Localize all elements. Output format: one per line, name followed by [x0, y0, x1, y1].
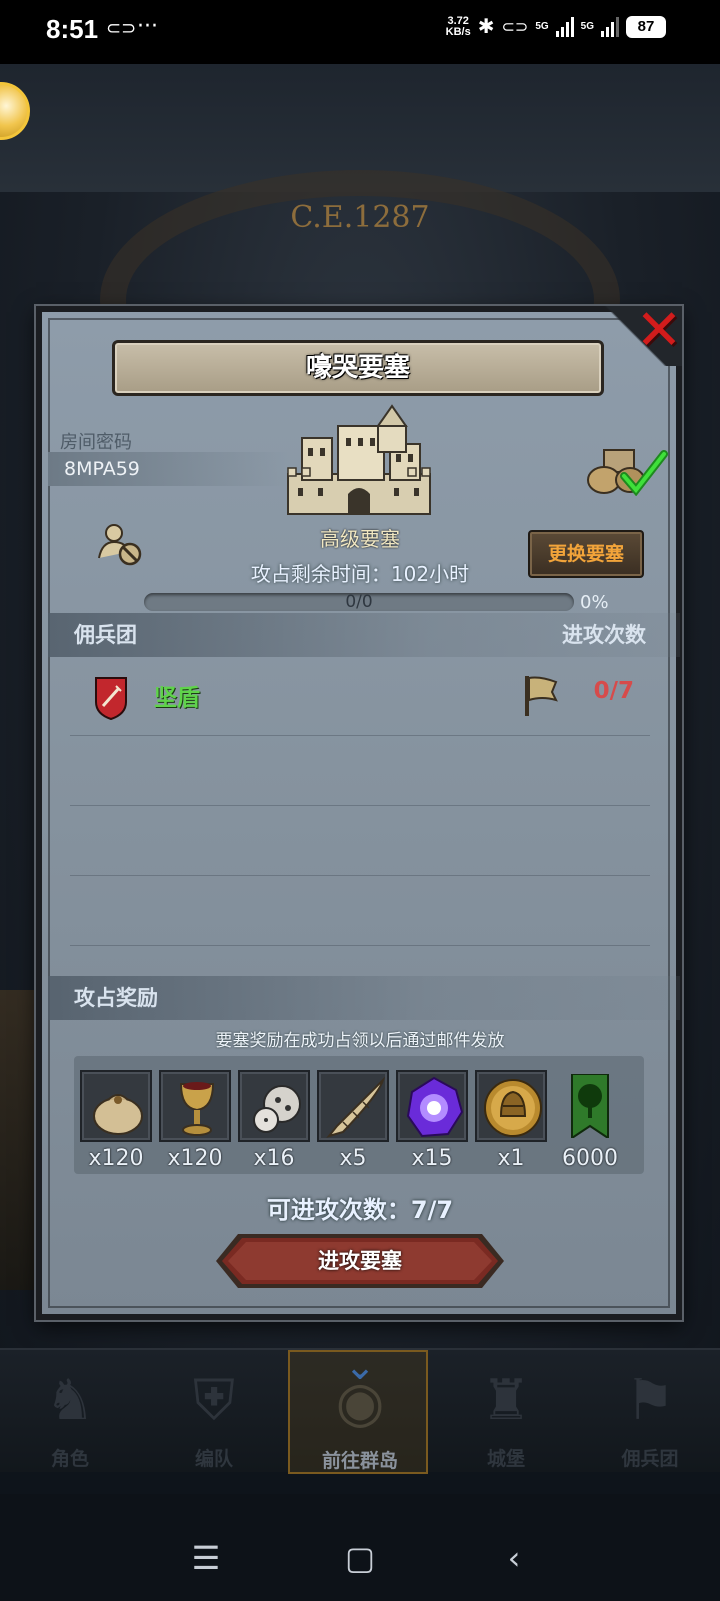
- chevron-down-icon: ⌄: [344, 1344, 376, 1388]
- reward-item[interactable]: [475, 1070, 547, 1142]
- battery-indicator: 87: [626, 15, 666, 38]
- reward-item[interactable]: [159, 1070, 231, 1142]
- helmet-medal-icon: [484, 1079, 542, 1137]
- room-code-value[interactable]: 8MPA59: [48, 452, 288, 486]
- nav-formation[interactable]: ⛨ 编队: [144, 1350, 284, 1474]
- mercenary-icon: ⚑: [624, 1368, 676, 1433]
- nav-label: 角色: [50, 1448, 89, 1470]
- nav-label: 城堡: [486, 1448, 525, 1470]
- reward-qty: 6000: [562, 1146, 618, 1171]
- castle-icon: ♜: [480, 1368, 532, 1433]
- flag-icon: [525, 676, 558, 716]
- close-button[interactable]: ✕: [632, 303, 686, 359]
- attack-fortress-button[interactable]: 进攻要塞: [216, 1234, 504, 1288]
- formation-icon: ⛨: [193, 1368, 235, 1433]
- attack-fortress-label: 进攻要塞: [318, 1249, 402, 1273]
- bluetooth-icon: ✱: [477, 16, 495, 38]
- status-bar: 8:51 ⊂⊃ ··· 3.72 KB/s ✱ ⊂⊃ 5G 5G 87: [0, 0, 720, 64]
- back-icon[interactable]: ‹: [494, 1538, 534, 1578]
- mercenary-attack-count: 0/7: [593, 678, 634, 704]
- available-attacks-text: 可进攻次数：7/7: [266, 1196, 454, 1224]
- mercenary-name: 坚盾: [154, 685, 200, 711]
- row-divider: [70, 945, 650, 946]
- row-divider: [70, 875, 650, 876]
- status-time: 8:51: [46, 14, 99, 44]
- reward-qty: x1: [497, 1146, 525, 1171]
- character-icon: ♞: [44, 1368, 96, 1433]
- attack-times-header: 进攻次数: [562, 623, 646, 647]
- rewards-note: 要塞奖励在成功占领以后通过邮件发放: [215, 1031, 505, 1051]
- signal-bars-1-icon: [555, 16, 574, 37]
- network-speed-unit: KB/s: [445, 25, 471, 38]
- era-label: C.E.1287: [290, 200, 430, 235]
- nav-character[interactable]: ♞ 角色: [0, 1350, 140, 1474]
- link-icon: ⊂⊃: [106, 18, 137, 39]
- reward-item[interactable]: [396, 1070, 468, 1142]
- row-divider: [70, 735, 650, 736]
- reward-qty: x15: [411, 1146, 453, 1171]
- mercenary-header-bar: 佣兵团 进攻次数: [48, 613, 680, 657]
- coin-bag-icon: [93, 1094, 143, 1135]
- shield-emblem-icon: [95, 677, 127, 720]
- nav-label: 佣兵团: [621, 1448, 679, 1470]
- supplies-check-icon: [587, 449, 668, 496]
- menu-icon[interactable]: ☰: [186, 1538, 226, 1578]
- network-speed: 3.72 KB/s: [445, 14, 471, 38]
- status-indicators: 3.72 KB/s ✱ ⊂⊃ 5G 5G 87: [446, 14, 666, 39]
- dialog-title-banner: 嚎哭要塞: [112, 340, 604, 396]
- nav-castle[interactable]: ♜ 城堡: [436, 1350, 576, 1474]
- dialog-title: 嚎哭要塞: [305, 353, 410, 383]
- sim2-label: 5G: [580, 21, 594, 32]
- remaining-time-text: 攻占剩余时间：102小时: [250, 562, 470, 586]
- capture-progress-percent: 0%: [580, 592, 609, 613]
- horn-icon: [326, 1076, 386, 1138]
- signal-bars-2-icon: [601, 16, 619, 37]
- row-divider: [70, 805, 650, 806]
- reward-qty: x5: [339, 1146, 367, 1171]
- reward-item[interactable]: [317, 1070, 389, 1142]
- hotspot-icon: ⊂⊃: [501, 18, 529, 36]
- tree-banner-icon: [571, 1074, 609, 1138]
- reward-item[interactable]: [80, 1070, 152, 1142]
- fortress-icon: [287, 404, 431, 515]
- mercenary-row[interactable]: 坚盾 0/7: [60, 666, 664, 728]
- reward-item[interactable]: [554, 1070, 626, 1142]
- purple-crystal-icon: [406, 1076, 464, 1138]
- reward-item[interactable]: [238, 1070, 310, 1142]
- nav-label: 编队: [194, 1448, 233, 1470]
- more-notifications-icon: ···: [137, 14, 158, 39]
- sim1-label: 5G: [535, 21, 549, 32]
- reward-qty: x120: [167, 1146, 223, 1171]
- home-icon[interactable]: ▢: [340, 1538, 380, 1578]
- reward-qty: x120: [88, 1146, 144, 1171]
- network-speed-value: 3.72: [447, 14, 469, 27]
- ore-icon: [253, 1085, 301, 1133]
- mercenary-header: 佣兵团: [74, 623, 137, 647]
- capture-progress-label: 0/0: [345, 592, 373, 612]
- rewards-header-bar: 攻占奖励: [48, 976, 680, 1020]
- room-code-label: 房间密码: [60, 432, 132, 453]
- nav-mercenary[interactable]: ⚑ 佣兵团: [580, 1350, 720, 1474]
- reward-qty: x16: [253, 1146, 295, 1171]
- rewards-header: 攻占奖励: [74, 986, 158, 1010]
- goblet-icon: [179, 1082, 215, 1136]
- nav-label: 前往群岛: [321, 1450, 398, 1472]
